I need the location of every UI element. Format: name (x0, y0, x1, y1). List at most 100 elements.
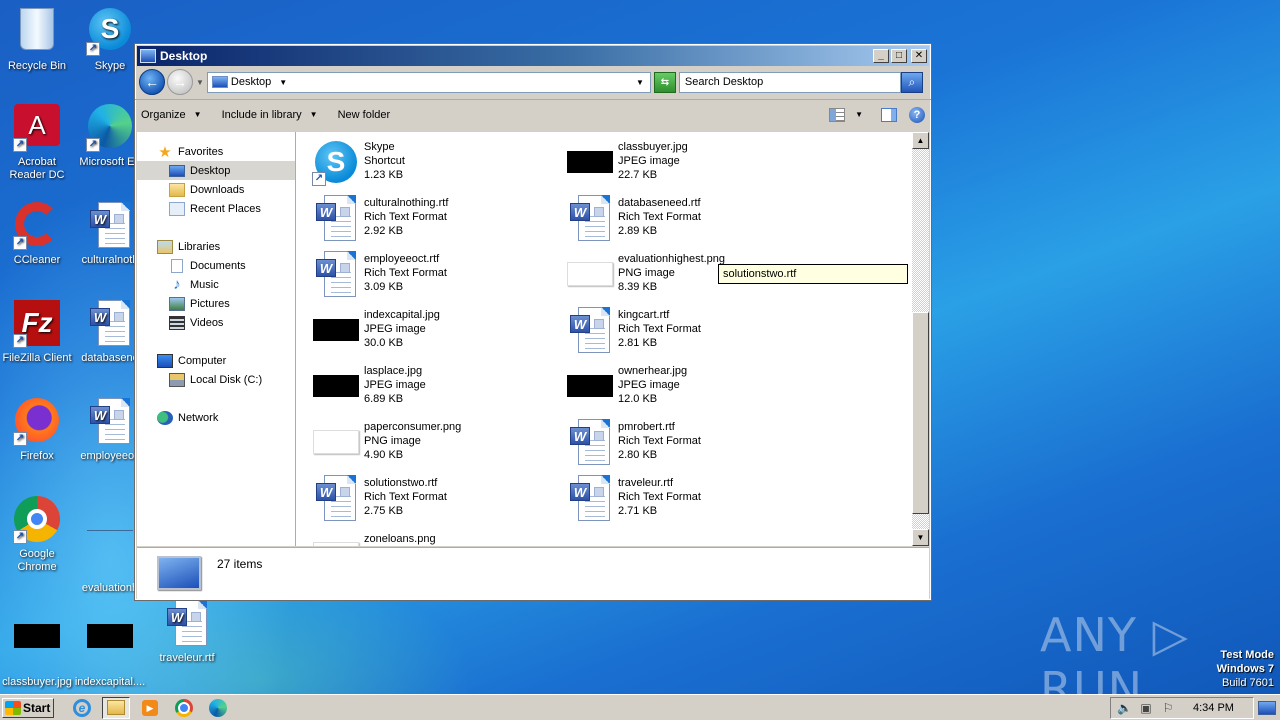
desktop-icon-item[interactable]: indexcapital.... (73, 612, 147, 689)
action-center-flag-icon[interactable]: ⚐ (1161, 701, 1175, 715)
nav-label: Recent Places (190, 202, 261, 215)
nav-music[interactable]: ♪ Music (137, 275, 295, 294)
nav-favorites[interactable]: ★ Favorites (137, 142, 295, 161)
organize-button[interactable]: Organize ▼ (141, 109, 202, 121)
desktop-icon-item[interactable]: Wtraveleur.rtf (150, 600, 224, 665)
title-bar[interactable]: Desktop _ □ ✕ (137, 46, 929, 66)
scroll-down-button[interactable]: ▼ (912, 529, 929, 546)
nav-network[interactable]: Network (137, 408, 295, 427)
forward-button[interactable]: → (167, 69, 193, 95)
refresh-button[interactable]: ⇆ (653, 71, 676, 93)
file-item[interactable]: Wculturalnothing.rtf Rich Text Format 2.92… (312, 194, 562, 244)
desktop-icon-label: CCleaner (13, 254, 61, 266)
file-item[interactable]: Wtraveleur.rtf Rich Text Format 2.71 KB (566, 474, 816, 524)
desktop-icon-item[interactable]: ↗ Firefox (0, 398, 74, 463)
file-item[interactable]: ownerhear.jpg JPEG image 12.0 KB (566, 362, 816, 412)
show-desktop-button[interactable] (1258, 700, 1276, 715)
taskbar: Start e ▶ 🔈 ▣ ⚐ 4:34 PM (0, 694, 1280, 720)
nav-libraries[interactable]: Libraries (137, 237, 295, 256)
file-type: Rich Text Format (618, 323, 701, 335)
desktop-icon-item[interactable]: Recycle Bin (0, 8, 74, 73)
file-item[interactable]: Wdatabaseneed.rtf Rich Text Format 2.89 KB (566, 194, 816, 244)
desktop-icon-item[interactable]: ↗ Google Chrome (0, 496, 74, 574)
desktop-icon-item[interactable]: A ↗ Acrobat Reader DC (0, 104, 74, 182)
start-button[interactable]: Start (2, 697, 54, 718)
desktop-icon-item[interactable]: classbuyer.jpg (0, 612, 74, 689)
nav-label: Libraries (178, 240, 221, 253)
nav-label: Downloads (190, 183, 245, 196)
nav-documents[interactable]: Documents (137, 256, 295, 275)
recent-pages-dropdown[interactable]: ▼ (196, 78, 204, 87)
help-icon[interactable]: ? (909, 106, 925, 123)
file-type: Rich Text Format (618, 435, 701, 447)
file-name: lasplace.jpg (364, 365, 423, 377)
file-type: Rich Text Format (364, 211, 447, 223)
nav-recent-places[interactable]: Recent Places (137, 199, 295, 218)
file-size: 1.23 KB (364, 169, 404, 181)
file-item[interactable]: Wpmrobert.rtf Rich Text Format 2.80 KB (566, 418, 816, 468)
file-type: PNG image (364, 435, 421, 447)
network-status-icon[interactable]: ▣ (1139, 701, 1153, 715)
file-item[interactable]: classbuyer.jpg JPEG image 22.7 KB (566, 138, 816, 188)
maximize-button[interactable]: □ (891, 49, 907, 63)
test-mode-line1: Test Mode (1220, 649, 1274, 661)
chevron-down-icon: ▼ (193, 110, 202, 119)
taskbar-media-player[interactable]: ▶ (136, 697, 164, 719)
acrobat-icon: A ↗ (13, 104, 61, 152)
taskbar-chrome[interactable] (170, 697, 198, 719)
file-name: zoneloans.png (364, 533, 436, 545)
vertical-scrollbar[interactable]: ▲ ▼ (912, 132, 929, 546)
address-crumb-desktop[interactable]: Desktop (231, 76, 271, 88)
file-name: employeeoct.rtf (364, 253, 440, 265)
chevron-down-icon: ▼ (309, 110, 318, 119)
close-button[interactable]: ✕ (911, 49, 927, 63)
nav-videos[interactable]: Videos (137, 313, 295, 332)
minimize-button[interactable]: _ (873, 49, 889, 63)
desktop-icon-item[interactable]: ↗ CCleaner (0, 202, 74, 267)
new-folder-button[interactable]: New folder (338, 109, 391, 121)
nav-computer[interactable]: Computer (137, 351, 295, 370)
address-bar[interactable]: Desktop ▼ ▼ (206, 71, 651, 93)
ccleaner-icon: ↗ (13, 202, 61, 250)
nav-label: Local Disk (C:) (190, 373, 263, 386)
system-tray: 🔈 ▣ ⚐ 4:34 PM (1110, 696, 1254, 719)
nav-desktop[interactable]: Desktop (137, 161, 295, 180)
back-button[interactable]: ← (139, 69, 165, 95)
change-view-icon[interactable] (829, 107, 846, 122)
file-type: JPEG image (618, 155, 680, 167)
address-history-dropdown[interactable]: ▼ (636, 78, 644, 87)
include-in-library-button[interactable]: Include in library ▼ (222, 109, 318, 121)
file-item[interactable]: S ↗ Skype Shortcut 1.23 KB (312, 138, 562, 188)
file-item[interactable]: lasplace.jpg JPEG image 6.89 KB (312, 362, 562, 412)
nav-downloads[interactable]: Downloads (137, 180, 295, 199)
clock[interactable]: 4:34 PM (1193, 702, 1234, 714)
file-item[interactable]: indexcapital.jpg JPEG image 30.0 KB (312, 306, 562, 356)
libraries-icon (157, 239, 173, 254)
file-size: 2.80 KB (618, 449, 658, 461)
search-input[interactable]: Search Desktop (678, 71, 901, 93)
file-item[interactable]: zoneloans.png (312, 530, 562, 546)
rtf-document-icon: W (566, 474, 614, 522)
nav-local-disk[interactable]: Local Disk (C:) (137, 370, 295, 389)
file-type: Rich Text Format (618, 491, 701, 503)
crumb-chevron-icon[interactable]: ▼ (279, 78, 287, 87)
desktop-icon-label: indexcapital.... (74, 676, 146, 688)
file-list: S ↗ Skype Shortcut 1.23 KB classbuyer.jpg JPEG… (296, 132, 929, 546)
scrollbar-thumb[interactable] (912, 312, 929, 514)
file-item[interactable]: Wsolutionstwo.rtf Rich Text Format 2.75 KB (312, 474, 562, 524)
nav-pictures[interactable]: Pictures (137, 294, 295, 313)
file-item[interactable]: paperconsumer.png PNG image 4.90 KB (312, 418, 562, 468)
file-item[interactable]: Wkingcart.rtf Rich Text Format 2.81 KB (566, 306, 816, 356)
preview-pane-icon[interactable] (881, 107, 897, 122)
file-type: JPEG image (364, 379, 426, 391)
volume-icon[interactable]: 🔈 (1117, 701, 1132, 715)
taskbar-internet-explorer[interactable]: e (68, 697, 96, 719)
desktop-icon-item[interactable]: Fz ↗ FileZilla Client (0, 300, 74, 365)
scroll-up-button[interactable]: ▲ (912, 132, 929, 149)
taskbar-windows-explorer[interactable] (102, 696, 130, 719)
search-button[interactable]: ⌕ (900, 71, 923, 93)
taskbar-edge[interactable] (204, 697, 232, 719)
view-options-dropdown[interactable]: ▼ (855, 110, 863, 119)
file-type: JPEG image (364, 323, 426, 335)
file-item[interactable]: Wemployeeoct.rtf Rich Text Format 3.09 KB (312, 250, 562, 300)
